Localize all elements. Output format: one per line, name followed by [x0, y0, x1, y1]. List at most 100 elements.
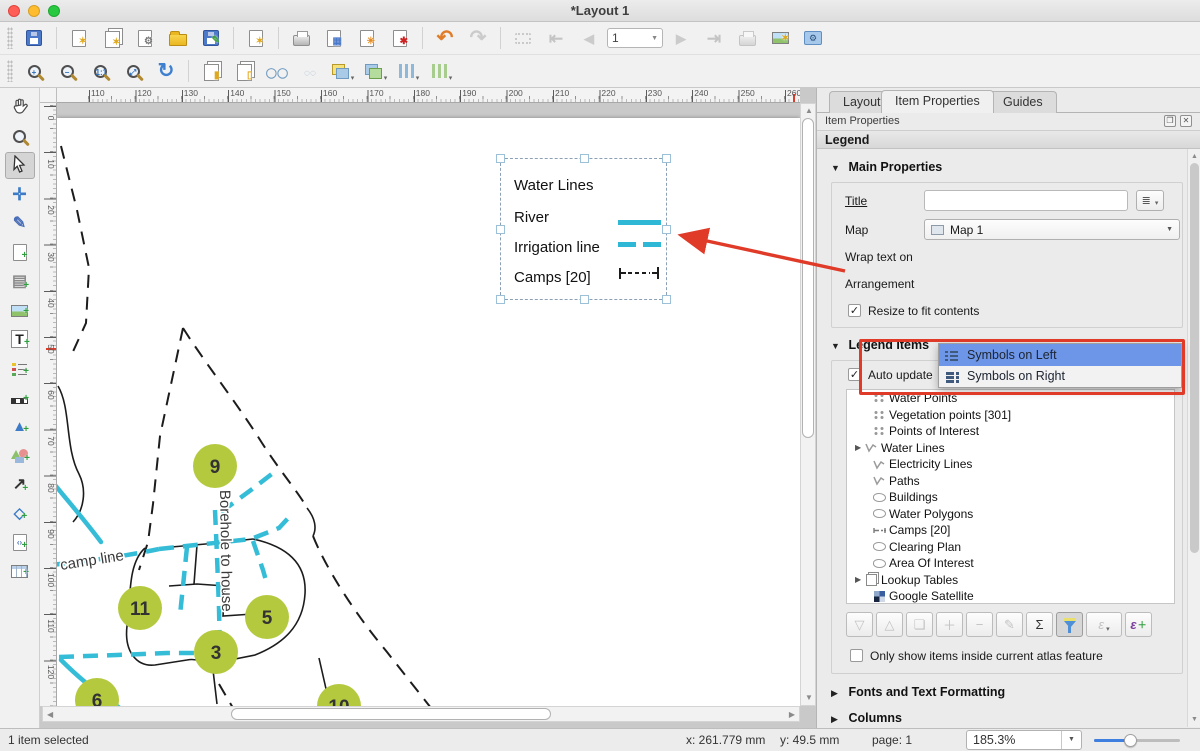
tab-item-properties[interactable]: Item Properties	[881, 90, 994, 113]
new-layout-button[interactable]: ✶	[64, 24, 94, 52]
section-main-properties[interactable]: ▼ Main Properties	[831, 160, 942, 174]
list-item[interactable]: Camps [20]	[847, 522, 1174, 539]
list-item[interactable]: ▶Water Lines	[847, 440, 1174, 457]
add-arrow-tool[interactable]: ↗+	[5, 471, 35, 498]
add-group-button[interactable]: ❏	[906, 612, 933, 637]
zoom-level-select[interactable]: 185.3% ▼	[966, 730, 1082, 750]
align-items-button[interactable]: ▾	[361, 57, 391, 85]
undo-button[interactable]: ↶	[430, 24, 460, 52]
list-item[interactable]: Area Of Interest	[847, 555, 1174, 572]
horizontal-scrollbar[interactable]: ◀ ▶	[42, 706, 800, 722]
panel-scrollbar[interactable]: ▲ ▼	[1187, 149, 1200, 727]
selection-handle[interactable]	[496, 225, 505, 234]
filter-legend-button[interactable]	[1056, 612, 1083, 637]
map-select[interactable]: Map 1 ▼	[924, 219, 1180, 240]
zoom-full-button[interactable]: ⤢	[118, 57, 148, 85]
data-defined-override-button[interactable]: ≣▾	[1136, 190, 1164, 211]
selection-handle[interactable]	[662, 154, 671, 163]
add-legend-tool[interactable]: +	[5, 355, 35, 382]
list-item[interactable]: Buildings	[847, 489, 1174, 506]
selection-handle[interactable]	[580, 295, 589, 304]
previous-feature-button[interactable]: ◀	[574, 24, 604, 52]
zoom-tool[interactable]	[5, 123, 35, 150]
save-as-template-button[interactable]: ✎	[196, 24, 226, 52]
save-project-button[interactable]	[19, 24, 49, 52]
section-legend-items[interactable]: ▼ Legend Items	[831, 338, 929, 352]
lock-items-button[interactable]: ▮	[196, 57, 226, 85]
print-button[interactable]	[286, 24, 316, 52]
duplicate-layout-button[interactable]: ✶	[97, 24, 127, 52]
map-item[interactable]: camp line Borehole to house 9 11 5 3 6 1…	[57, 118, 800, 706]
zoom-slider-knob[interactable]	[1124, 734, 1137, 747]
group-items-button[interactable]: ◯◯	[262, 57, 292, 85]
next-feature-button[interactable]: ▶	[666, 24, 696, 52]
list-item[interactable]: Clearing Plan	[847, 539, 1174, 556]
move-item-up-button[interactable]: △	[876, 612, 903, 637]
add-node-item-tool[interactable]: ◇+	[5, 500, 35, 527]
export-atlas-button[interactable]: ✶	[765, 24, 795, 52]
expand-arrow-icon[interactable]: ▶	[847, 575, 861, 584]
scroll-up-icon[interactable]: ▲	[1191, 153, 1198, 160]
auto-update-checkbox[interactable]: ✓	[848, 368, 861, 381]
add-scale-bar-tool[interactable]: +	[5, 384, 35, 411]
section-columns[interactable]: ▶ Columns	[831, 711, 902, 725]
zoom-slider[interactable]	[1094, 739, 1180, 742]
add-item-button[interactable]: ＋	[936, 612, 963, 637]
layout-manager-button[interactable]: ⚙	[130, 24, 160, 52]
first-feature-button[interactable]: ⇤	[541, 24, 571, 52]
list-item[interactable]: Electricity Lines	[847, 456, 1174, 473]
legend-items-list[interactable]: Water Points Vegetation points [301] Poi…	[846, 389, 1175, 604]
tab-guides[interactable]: Guides	[989, 91, 1057, 113]
list-item[interactable]: Points of Interest	[847, 423, 1174, 440]
section-fonts-formatting[interactable]: ▶ Fonts and Text Formatting	[831, 685, 1005, 699]
atlas-filter-checkbox[interactable]	[850, 649, 863, 662]
filter-expression-button[interactable]: ε▾	[1086, 612, 1122, 637]
resize-items-button[interactable]: ▾	[427, 57, 457, 85]
add-html-tool[interactable]: ‹›+	[5, 529, 35, 556]
move-item-down-button[interactable]: ▽	[846, 612, 873, 637]
list-item[interactable]: Paths	[847, 473, 1174, 490]
resize-to-fit-checkbox[interactable]: ✓	[848, 304, 861, 317]
preview-atlas-button[interactable]	[508, 24, 538, 52]
distribute-items-button[interactable]: ▾	[394, 57, 424, 85]
add-map-tool[interactable]: +	[5, 239, 35, 266]
panel-scrollbar-thumb[interactable]	[1190, 163, 1199, 553]
ungroup-items-button[interactable]: ◌◌	[295, 57, 325, 85]
add-items-from-template-button[interactable]	[163, 24, 193, 52]
selection-handle[interactable]	[496, 154, 505, 163]
scroll-down-icon[interactable]: ▼	[805, 694, 813, 702]
legend-item-selected[interactable]: Water Lines River Irrigation line Camps …	[500, 158, 667, 300]
export-svg-button[interactable]: ✳	[352, 24, 382, 52]
select-move-item-tool[interactable]	[5, 152, 35, 179]
expand-arrow-icon[interactable]: ▶	[847, 443, 861, 452]
add-north-arrow-tool[interactable]: ▲+	[5, 413, 35, 440]
zoom-out-button[interactable]: −	[52, 57, 82, 85]
scroll-left-icon[interactable]: ◀	[47, 711, 53, 719]
float-panel-icon[interactable]: ❐	[1164, 115, 1176, 127]
last-feature-button[interactable]: ⇥	[699, 24, 729, 52]
layout-viewport[interactable]: camp line Borehole to house 9 11 5 3 6 1…	[57, 103, 800, 706]
export-pdf-button[interactable]: ✱	[385, 24, 415, 52]
edit-nodes-item-tool[interactable]: ✎	[5, 210, 35, 237]
print-atlas-button[interactable]	[732, 24, 762, 52]
redo-button[interactable]: ↷	[463, 24, 493, 52]
option-symbols-on-left[interactable]: Symbols on Left	[939, 344, 1181, 366]
layout-page[interactable]: camp line Borehole to house 9 11 5 3 6 1…	[57, 118, 800, 706]
zoom-in-button[interactable]: +	[19, 57, 49, 85]
list-item[interactable]: Vegetation points [301]	[847, 407, 1174, 424]
option-symbols-on-right[interactable]: Symbols on Right	[939, 366, 1181, 388]
list-item[interactable]: Google Satellite	[847, 588, 1174, 604]
new-item-from-template-button[interactable]: ✶	[241, 24, 271, 52]
zoom-actual-button[interactable]: 1:1	[85, 57, 115, 85]
edit-item-button[interactable]: ✎	[996, 612, 1023, 637]
raise-items-button[interactable]: ▾	[328, 57, 358, 85]
pan-tool[interactable]	[5, 94, 35, 121]
selection-handle[interactable]	[662, 225, 671, 234]
scroll-right-icon[interactable]: ▶	[789, 711, 795, 719]
move-item-content-tool[interactable]: ✛	[5, 181, 35, 208]
horizontal-scrollbar-thumb[interactable]	[231, 708, 551, 720]
add-expression-button[interactable]: ε＋	[1125, 612, 1152, 637]
list-item[interactable]: Water Polygons	[847, 506, 1174, 523]
scroll-down-icon[interactable]: ▼	[1191, 716, 1198, 723]
add-picture-tool[interactable]: +	[5, 297, 35, 324]
